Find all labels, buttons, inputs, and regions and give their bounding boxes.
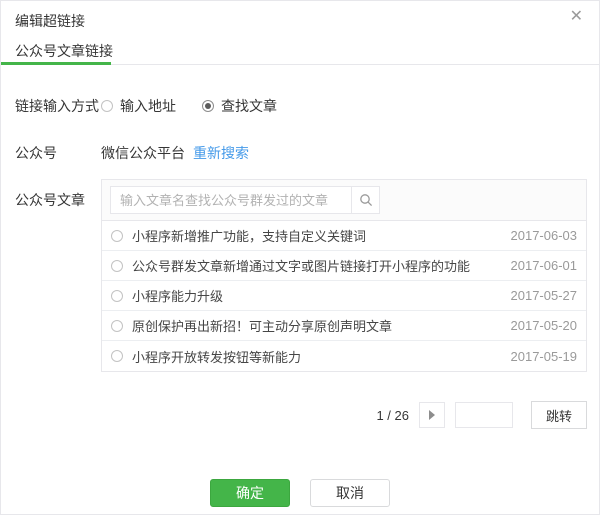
dialog-title: 编辑超链接	[15, 13, 85, 29]
article-list-item[interactable]: 小程序能力升级 2017-05-27	[102, 281, 586, 311]
article-title: 公众号群发文章新增通过文字或图片链接打开小程序的功能	[132, 256, 499, 275]
link-method-label: 链接输入方式	[15, 96, 101, 116]
radio-selected-icon[interactable]	[202, 100, 214, 112]
close-icon[interactable]: ✕	[570, 9, 583, 25]
tab-official-article-link[interactable]: 公众号文章链接	[15, 33, 113, 61]
article-list-item[interactable]: 公众号群发文章新增通过文字或图片链接打开小程序的功能 2017-06-01	[102, 251, 586, 281]
article-radio-icon[interactable]	[111, 260, 123, 272]
article-date: 2017-05-19	[511, 349, 578, 364]
article-search-input[interactable]	[110, 186, 352, 214]
articles-column: 小程序新增推广功能，支持自定义关键词 2017-06-03 公众号群发文章新增通…	[101, 179, 587, 429]
article-list-item[interactable]: 小程序开放转发按钮等新能力 2017-05-19	[102, 341, 586, 371]
search-button[interactable]	[352, 186, 380, 214]
cancel-button[interactable]: 取消	[310, 479, 390, 507]
page-jump-input[interactable]	[455, 402, 513, 428]
link-method-options: 输入地址 查找文章	[101, 96, 277, 116]
radio-option-label: 输入地址	[120, 96, 176, 116]
article-date: 2017-05-27	[511, 288, 578, 303]
page-indicator: 1 / 26	[376, 408, 409, 423]
dialog-form: 链接输入方式 输入地址 查找文章 公众号 微信公众平台 重新搜索 公众号文章	[1, 96, 599, 429]
article-search-bar	[102, 180, 586, 221]
article-radio-icon[interactable]	[111, 320, 123, 332]
chevron-right-icon	[429, 410, 435, 420]
article-title: 小程序新增推广功能，支持自定义关键词	[132, 226, 499, 245]
account-row: 公众号 微信公众平台 重新搜索	[15, 143, 587, 163]
dialog-header: 编辑超链接 ✕	[1, 1, 599, 33]
radio-option-enter-address[interactable]: 输入地址	[101, 96, 176, 116]
article-radio-icon[interactable]	[111, 230, 123, 242]
article-date: 2017-06-03	[511, 228, 578, 243]
pagination: 1 / 26 跳转	[101, 401, 587, 429]
next-page-button[interactable]	[419, 402, 445, 428]
search-icon	[359, 193, 373, 207]
link-method-row: 链接输入方式 输入地址 查找文章	[15, 96, 587, 116]
article-title: 原创保护再出新招！可主动分享原创声明文章	[132, 316, 499, 335]
account-label: 公众号	[15, 143, 101, 163]
tab-bar: 公众号文章链接	[1, 33, 599, 65]
article-title: 小程序能力升级	[132, 286, 499, 305]
article-list-item[interactable]: 小程序新增推广功能，支持自定义关键词 2017-06-03	[102, 221, 586, 251]
article-title: 小程序开放转发按钮等新能力	[132, 347, 499, 366]
dialog-footer: 确定 取消	[1, 479, 599, 507]
article-date: 2017-06-01	[511, 258, 578, 273]
account-name: 微信公众平台	[101, 143, 185, 163]
confirm-button[interactable]: 确定	[210, 479, 290, 507]
article-list-item[interactable]: 原创保护再出新招！可主动分享原创声明文章 2017-05-20	[102, 311, 586, 341]
article-table: 小程序新增推广功能，支持自定义关键词 2017-06-03 公众号群发文章新增通…	[101, 179, 587, 372]
article-date: 2017-05-20	[511, 318, 578, 333]
radio-option-find-article[interactable]: 查找文章	[202, 96, 277, 116]
radio-unselected-icon[interactable]	[101, 100, 113, 112]
active-tab-underline	[1, 62, 111, 65]
jump-button[interactable]: 跳转	[531, 401, 587, 429]
research-link[interactable]: 重新搜索	[193, 143, 249, 163]
article-radio-icon[interactable]	[111, 290, 123, 302]
radio-option-label: 查找文章	[221, 96, 277, 116]
articles-label: 公众号文章	[15, 179, 101, 210]
articles-row: 公众号文章 小程序新增推广功能，支持自定	[15, 179, 587, 429]
article-radio-icon[interactable]	[111, 350, 123, 362]
edit-hyperlink-dialog: 编辑超链接 ✕ 公众号文章链接 链接输入方式 输入地址 查找文章 公众号 微信公…	[0, 0, 600, 515]
